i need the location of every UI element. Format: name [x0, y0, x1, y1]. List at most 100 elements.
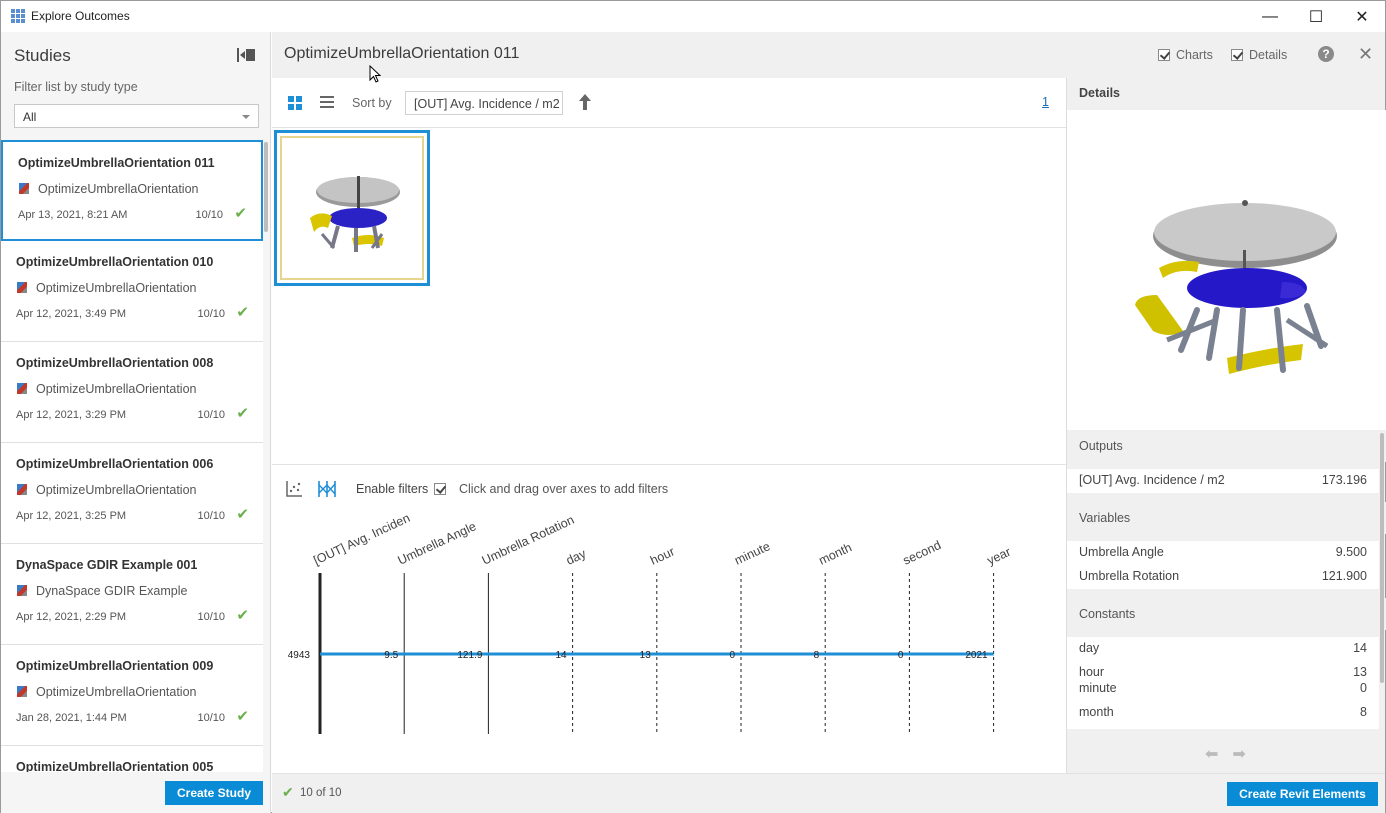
parallel-coordinates-chart[interactable]: [OUT] Avg. IncidenUmbrella Angle Umbrella…: [272, 505, 1066, 745]
study-count: 10/10: [197, 611, 225, 623]
details-scrollbar[interactable]: [1380, 433, 1384, 683]
study-name: DynaSpace GDIR Example 001: [16, 558, 198, 572]
sort-select[interactable]: [OUT] Avg. Incidence / m2: [405, 91, 563, 115]
studies-sidebar: Studies Filter list by study type All Op…: [1, 32, 271, 813]
study-list: OptimizeUmbrellaOrientation 011 Optimize…: [1, 140, 263, 772]
outcome-gallery: [272, 128, 1066, 464]
study-count: 10/10: [197, 510, 225, 522]
study-item[interactable]: DynaSpace GDIR Example 001 DynaSpace GDI…: [1, 544, 263, 645]
create-study-button[interactable]: Create Study: [165, 781, 263, 805]
variable-name: Umbrella Angle: [1079, 545, 1164, 559]
mouse-cursor-icon: [369, 65, 381, 83]
arrow-left-icon[interactable]: ⬅: [1205, 744, 1218, 764]
study-date: Jan 28, 2021, 1:44 PM: [16, 712, 127, 724]
axis-label: Umbrella Rotation: [480, 513, 577, 568]
study-item[interactable]: OptimizeUmbrellaOrientation 008 Optimize…: [1, 342, 263, 443]
charts-toggle[interactable]: Charts: [1158, 48, 1213, 62]
study-date: Apr 12, 2021, 3:49 PM: [16, 308, 127, 320]
constant-value: 8: [1360, 705, 1367, 719]
axis-value-label: 9.5: [384, 650, 398, 661]
window-title: Explore Outcomes: [31, 9, 130, 23]
axis-value-label: 121.9: [457, 650, 482, 661]
help-icon[interactable]: ?: [1318, 46, 1334, 62]
study-item[interactable]: OptimizeUmbrellaOrientation 009 Optimize…: [1, 645, 263, 746]
check-icon: ✔: [236, 607, 249, 624]
grid-view-icon[interactable]: [288, 96, 302, 110]
scatter-chart-icon[interactable]: [286, 481, 302, 497]
studies-title: Studies: [14, 46, 71, 65]
output-value: 173.196: [1321, 473, 1367, 487]
parallel-coordinates-icon[interactable]: [318, 481, 336, 497]
axis-value-label: 8: [814, 650, 820, 661]
details-checkbox[interactable]: [1231, 49, 1243, 61]
study-type: DynaSpace GDIR Example: [36, 584, 188, 598]
study-date: Apr 12, 2021, 2:29 PM: [16, 611, 127, 623]
list-view-icon[interactable]: [320, 96, 334, 109]
study-name: OptimizeUmbrellaOrientation 008: [16, 356, 214, 370]
filter-label: Filter list by study type: [14, 80, 138, 94]
check-icon: ✔: [236, 405, 249, 422]
study-name: OptimizeUmbrellaOrientation 010: [16, 255, 214, 269]
study-name: OptimizeUmbrellaOrientation 011: [18, 156, 215, 170]
chevron-down-icon: [242, 115, 250, 119]
collapse-panel-icon[interactable]: [237, 48, 255, 62]
details-label: Details: [1249, 48, 1288, 62]
variable-row: Umbrella Angle 9.500: [1067, 541, 1379, 565]
check-icon: ✔: [236, 506, 249, 523]
study-item[interactable]: OptimizeUmbrellaOrientation 006 Optimize…: [1, 443, 263, 544]
study-type-icon: [17, 484, 27, 495]
study-type: OptimizeUmbrellaOrientation: [36, 483, 197, 497]
enable-filters-checkbox[interactable]: [434, 483, 447, 495]
enable-filters-label: Enable filters: [356, 482, 429, 496]
constant-name: day: [1079, 641, 1100, 655]
umbrella-table-thumbnail-image: [310, 176, 400, 252]
study-type-icon: [17, 686, 27, 697]
title-bar: Explore Outcomes — ☐ ✕: [1, 1, 1385, 32]
maximize-button[interactable]: ☐: [1293, 1, 1339, 32]
page-number[interactable]: 1: [1042, 95, 1049, 109]
axis-label: month: [817, 540, 854, 567]
details-toggle[interactable]: Details: [1231, 48, 1287, 62]
axis-label: second: [901, 538, 943, 568]
axis-label: minute: [732, 539, 772, 568]
study-item[interactable]: OptimizeUmbrellaOrientation 010 Optimize…: [1, 241, 263, 342]
constant-row: hour 13: [1067, 661, 1379, 679]
study-date: Apr 12, 2021, 3:25 PM: [16, 510, 127, 522]
close-icon[interactable]: ✕: [1358, 44, 1373, 65]
close-window-button[interactable]: ✕: [1339, 1, 1385, 32]
study-type-icon: [17, 383, 27, 394]
gallery-toolbar: Sort by [OUT] Avg. Incidence / m2 1: [272, 78, 1066, 128]
study-name: OptimizeUmbrellaOrientation 006: [16, 457, 214, 471]
output-row: [OUT] Avg. Incidence / m2 173.196: [1067, 469, 1379, 493]
axis-value-label: 2021: [965, 650, 988, 661]
study-item[interactable]: OptimizeUmbrellaOrientation 005: [1, 746, 263, 772]
sort-direction-icon[interactable]: [579, 94, 591, 110]
study-type-select[interactable]: All: [14, 104, 259, 128]
outcome-thumbnail[interactable]: [274, 130, 430, 286]
check-icon: ✔: [236, 708, 249, 725]
study-title: OptimizeUmbrellaOrientation 011: [284, 45, 520, 62]
axis-value-label: 13: [640, 650, 652, 661]
axis-value-label: 0: [898, 650, 904, 661]
create-revit-elements-button[interactable]: Create Revit Elements: [1227, 782, 1378, 806]
variable-row: Umbrella Rotation 121.900: [1067, 565, 1379, 589]
constants-header: Constants: [1067, 598, 1386, 630]
constant-name: minute: [1079, 681, 1117, 695]
check-icon: ✔: [236, 304, 249, 321]
enable-filters-toggle[interactable]: Enable filters: [356, 482, 447, 496]
study-list-scrollbar[interactable]: [264, 142, 268, 232]
outcome-preview[interactable]: [1067, 110, 1386, 430]
arrow-right-icon[interactable]: ➡: [1232, 744, 1245, 764]
status-bar: ✔ 10 of 10 Create Revit Elements: [272, 773, 1385, 813]
study-date: Apr 12, 2021, 3:29 PM: [16, 409, 127, 421]
details-title: Details: [1079, 86, 1120, 100]
output-name: [OUT] Avg. Incidence / m2: [1079, 473, 1225, 487]
axis-label: hour: [648, 544, 677, 567]
minimize-button[interactable]: —: [1247, 1, 1293, 32]
study-count: 10/10: [197, 409, 225, 421]
study-item[interactable]: OptimizeUmbrellaOrientation 011 Optimize…: [1, 140, 263, 241]
outputs-header: Outputs: [1067, 430, 1386, 462]
axis-label: year: [985, 545, 1013, 568]
charts-checkbox[interactable]: [1158, 49, 1170, 61]
study-count: 10/10: [195, 209, 223, 221]
